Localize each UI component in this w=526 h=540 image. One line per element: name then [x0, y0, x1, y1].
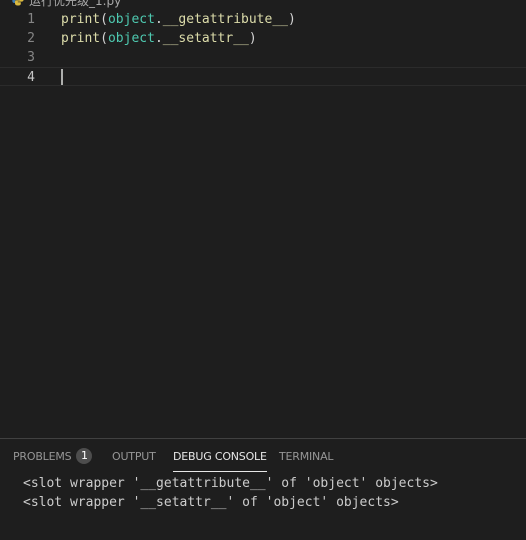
line-number: 2	[27, 31, 35, 46]
console-line: <slot wrapper '__setattr__' of 'object' …	[23, 495, 399, 510]
breadcrumb[interactable]: 运行优先级_1.py	[12, 0, 121, 9]
class-token: object	[107, 12, 155, 27]
function-token: print	[61, 31, 101, 46]
line-number: 3	[27, 50, 35, 65]
class-token: object	[107, 31, 155, 46]
problems-count-badge: 1	[76, 448, 93, 464]
code-text[interactable]: print(object.__setattr__)	[61, 29, 257, 48]
tab-problems[interactable]: PROBLEMS 1	[13, 439, 93, 475]
line-number: 1	[27, 12, 35, 27]
debug-console-output[interactable]: <slot wrapper '__getattribute__' of 'obj…	[23, 474, 438, 512]
tab-label: PROBLEMS	[13, 450, 72, 463]
breadcrumb-file-name[interactable]: 运行优先级_1.py	[29, 0, 121, 9]
tab-debug-console[interactable]: DEBUG CONSOLE	[173, 439, 267, 475]
line-number: 4	[27, 70, 35, 85]
attribute-token: __getattribute__	[162, 12, 288, 27]
code-line[interactable]: 1 print(object.__getattribute__)	[0, 10, 526, 29]
code-text[interactable]: print(object.__getattribute__)	[61, 10, 296, 29]
attribute-token: __setattr__	[162, 31, 249, 46]
tab-output[interactable]: OUTPUT	[112, 439, 156, 475]
current-code-line[interactable]: 4	[0, 67, 526, 86]
console-line: <slot wrapper '__getattribute__' of 'obj…	[23, 476, 438, 491]
tab-label: DEBUG CONSOLE	[173, 450, 267, 463]
code-line[interactable]: 2 print(object.__setattr__)	[0, 29, 526, 48]
python-file-icon	[12, 0, 24, 6]
code-editor[interactable]: 1 print(object.__getattribute__) 2 print…	[0, 10, 526, 438]
tab-terminal[interactable]: TERMINAL	[279, 439, 334, 475]
tab-label: OUTPUT	[112, 450, 156, 463]
tab-label: TERMINAL	[279, 450, 334, 463]
text-cursor	[61, 69, 63, 85]
code-line[interactable]: 3	[0, 48, 526, 67]
panel-tabs: PROBLEMS 1 OUTPUT DEBUG CONSOLE TERMINAL	[0, 439, 526, 475]
bottom-panel: PROBLEMS 1 OUTPUT DEBUG CONSOLE TERMINAL …	[0, 438, 526, 540]
function-token: print	[61, 12, 101, 27]
